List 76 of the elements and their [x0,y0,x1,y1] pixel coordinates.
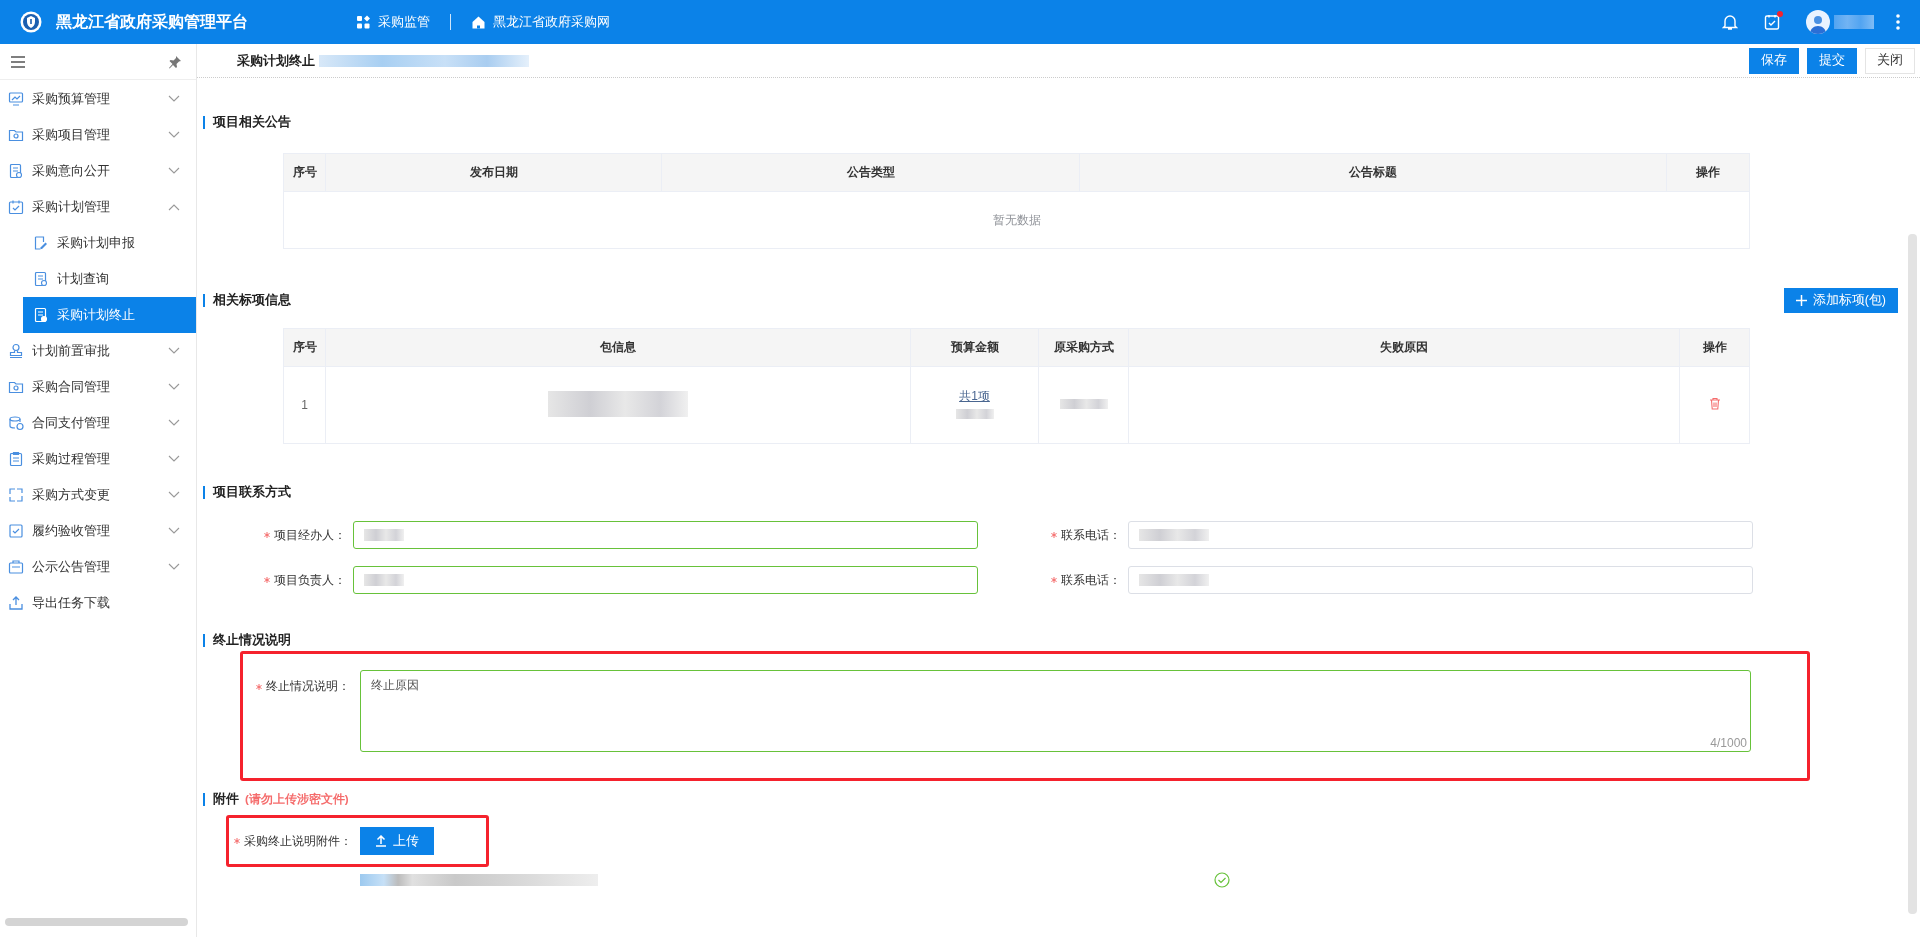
nav-item[interactable]: 履约验收管理 [0,513,196,549]
text-area[interactable]: 终止原因 4/1000 [360,670,1751,752]
column-header: 操作 [1666,153,1750,192]
field-label: 项目负责人： [274,571,346,589]
plus-icon [1795,294,1807,306]
nav-subitem[interactable]: 采购计划终止 [23,297,196,333]
action-button[interactable]: 关闭 [1865,47,1915,74]
column-header: 序号 [283,328,326,367]
blurred-text [1139,529,1209,541]
field-value: 终止原因 [371,678,419,692]
column-header: 预算金额 [910,328,1039,367]
field-label: 联系电话： [1061,571,1121,589]
action-button[interactable]: 保存 [1749,47,1799,74]
item-count-link[interactable]: 共1项 [959,388,990,405]
nav-item[interactable]: 计划前置审批 [0,333,196,369]
bell-icon[interactable] [1722,13,1738,31]
empty-text: 暂无数据 [283,191,1750,249]
avatar-icon[interactable] [1806,10,1830,34]
field-label: 终止情况说明： [266,678,350,695]
header-link[interactable]: 黑龙江省政府采购网 [471,13,610,31]
action-button[interactable]: 提交 [1807,47,1857,74]
column-header: 包信息 [325,328,911,367]
page-title: 采购计划终止 [237,51,315,70]
pin-icon[interactable] [168,54,182,69]
field-label: 项目经办人： [274,526,346,544]
nav-item[interactable]: 采购项目管理 [0,117,196,153]
more-icon[interactable] [1896,14,1900,30]
section-title: 项目相关公告 [213,113,291,131]
text-field[interactable] [353,566,978,594]
header-link[interactable]: 采购监管 [356,13,430,31]
nav-subitem[interactable]: 采购计划申报 [23,225,196,261]
blurred-text [955,409,994,419]
nav-item[interactable]: 采购过程管理 [0,441,196,477]
section-title: 相关标项信息 [213,291,291,309]
app-title: 黑龙江省政府采购管理平台 [56,11,249,32]
nav-item[interactable]: 采购方式变更 [0,477,196,513]
scrollbar[interactable] [5,918,188,926]
char-counter: 4/1000 [1710,736,1747,750]
column-header: 公告类型 [661,153,1080,192]
column-header: 失败原因 [1128,328,1680,367]
column-header: 操作 [1679,328,1750,367]
home-icon [471,14,486,30]
field-label: 采购终止说明附件： [244,832,352,850]
section-title: 项目联系方式 [213,483,291,501]
section-title: 终止情况说明 [213,631,291,649]
upload-icon [375,835,387,847]
trash-icon[interactable] [1708,397,1721,410]
emblem-logo [20,11,42,33]
nav-item[interactable]: 采购合同管理 [0,369,196,405]
task-check-icon[interactable] [1764,13,1780,31]
upload-button[interactable]: 上传 [360,827,434,855]
blurred-text [364,574,404,586]
check-circle-icon [1214,872,1230,888]
blurred-text [364,529,404,541]
nav-item[interactable]: 采购意向公开 [0,153,196,189]
blurred-text [1059,399,1108,409]
text-field[interactable] [353,521,978,549]
table-cell: 1 [283,366,326,444]
scrollbar[interactable] [1908,234,1917,914]
blurred-text [1139,574,1209,586]
nav-subitem[interactable]: 计划查询 [23,261,196,297]
add-lot-button[interactable]: 添加标项(包) [1783,287,1898,313]
column-header: 公告标题 [1079,153,1667,192]
field-label: 联系电话： [1061,526,1121,544]
nav-item[interactable]: 采购计划管理 [0,189,196,225]
column-header: 发布日期 [325,153,662,192]
nav-item[interactable]: 导出任务下载 [0,585,196,621]
column-header: 原采购方式 [1038,328,1129,367]
nav-item[interactable]: 采购预算管理 [0,81,196,117]
apps-icon [356,14,371,30]
nav-item[interactable]: 合同支付管理 [0,405,196,441]
blurred-text [1834,15,1874,29]
nav-item[interactable]: 公示公告管理 [0,549,196,585]
warning-text: (请勿上传涉密文件) [245,791,349,807]
column-header: 序号 [283,153,326,192]
section-title: 附件 [213,790,239,808]
